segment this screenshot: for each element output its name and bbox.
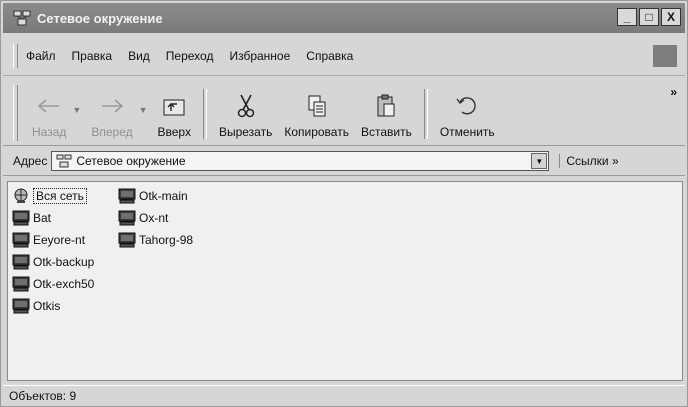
undo-icon bbox=[454, 93, 480, 119]
maximize-button[interactable]: □ bbox=[639, 8, 659, 26]
clipboard-icon bbox=[373, 93, 399, 119]
computer-icon bbox=[12, 232, 30, 248]
network-item[interactable]: Otk-main bbox=[118, 186, 188, 206]
computer-icon bbox=[12, 276, 30, 292]
back-button[interactable]: Назад bbox=[26, 83, 72, 145]
close-button[interactable]: X bbox=[661, 8, 681, 26]
computer-icon bbox=[12, 254, 30, 270]
computer-icon bbox=[118, 232, 136, 248]
standard-toolbar: Назад ▼ Вперед ▼ Вверх Вырезать Копирова… bbox=[3, 77, 685, 146]
menu-view[interactable]: Вид bbox=[128, 49, 150, 63]
network-item-label: Tahorg-98 bbox=[139, 233, 194, 247]
network-item[interactable]: Otk-backup bbox=[12, 252, 94, 272]
menubar-grip[interactable] bbox=[13, 44, 18, 68]
network-item[interactable]: Bat bbox=[12, 208, 51, 228]
address-dropdown-icon[interactable]: ▼ bbox=[531, 153, 548, 169]
window-title: Сетевое окружение bbox=[37, 10, 163, 26]
network-item-label: Eeyore-nt bbox=[33, 233, 86, 247]
network-item-label: Bat bbox=[33, 211, 52, 225]
menu-go[interactable]: Переход bbox=[166, 49, 214, 63]
links-button[interactable]: Ссылки » bbox=[559, 154, 619, 168]
network-item-label: Otk-exch50 bbox=[33, 277, 95, 291]
copy-button[interactable]: Копировать bbox=[278, 83, 355, 145]
menu-bar: Файл Правка Вид Переход Избранное Справк… bbox=[3, 37, 685, 76]
network-neighborhood-icon bbox=[56, 154, 72, 168]
forward-dropdown-icon[interactable]: ▼ bbox=[139, 105, 148, 115]
paste-button[interactable]: Вставить bbox=[355, 83, 418, 145]
network-item[interactable]: Ox-nt bbox=[118, 208, 168, 228]
scissors-icon bbox=[233, 93, 259, 119]
forward-arrow-icon bbox=[99, 93, 125, 119]
forward-button[interactable]: Вперед bbox=[85, 83, 138, 145]
menu-edit[interactable]: Правка bbox=[72, 49, 113, 63]
toolbar-separator bbox=[423, 89, 428, 139]
copy-icon bbox=[304, 93, 330, 119]
network-item[interactable]: Otkis bbox=[12, 296, 60, 316]
address-label: Адрес bbox=[13, 154, 48, 168]
network-item[interactable]: Вся сеть bbox=[12, 186, 87, 206]
address-field[interactable]: Сетевое окружение ▼ bbox=[51, 151, 550, 171]
status-text: Объектов: 9 bbox=[9, 389, 77, 403]
explorer-window: Сетевое окружение _ □ X Файл Правка Вид … bbox=[0, 0, 688, 407]
undo-button[interactable]: Отменить bbox=[434, 83, 501, 145]
title-bar[interactable]: Сетевое окружение _ □ X bbox=[3, 3, 685, 33]
network-item[interactable]: Otk-exch50 bbox=[12, 274, 94, 294]
computer-icon bbox=[12, 210, 30, 226]
menu-favorites[interactable]: Избранное bbox=[229, 49, 290, 63]
network-item[interactable]: Tahorg-98 bbox=[118, 230, 193, 250]
computer-icon bbox=[118, 188, 136, 204]
address-value: Сетевое окружение bbox=[76, 154, 186, 168]
computer-icon bbox=[118, 210, 136, 226]
network-item-label: Otkis bbox=[33, 299, 61, 313]
address-bar: Адрес Сетевое окружение ▼ Ссылки » bbox=[3, 147, 685, 176]
toolbar-more-chevron-icon[interactable]: » bbox=[670, 85, 677, 99]
toolbar-grip[interactable] bbox=[13, 85, 18, 141]
status-bar: Объектов: 9 bbox=[3, 385, 685, 406]
back-arrow-icon bbox=[36, 93, 62, 119]
network-neighborhood-icon bbox=[13, 10, 31, 26]
menu-help[interactable]: Справка bbox=[306, 49, 353, 63]
network-item[interactable]: Eeyore-nt bbox=[12, 230, 85, 250]
toolbar-separator bbox=[202, 89, 207, 139]
network-item-label: Ox-nt bbox=[139, 211, 169, 225]
folder-up-icon bbox=[161, 93, 187, 119]
up-button[interactable]: Вверх bbox=[152, 83, 197, 145]
computer-icon bbox=[12, 298, 30, 314]
cut-button[interactable]: Вырезать bbox=[213, 83, 278, 145]
globe-icon bbox=[12, 188, 30, 204]
menu-file[interactable]: Файл bbox=[26, 49, 56, 63]
file-view[interactable]: Вся сеть Otk-main Bat Ox-nt Eeyore-nt Tahorg-… bbox=[7, 181, 683, 381]
network-item-label: Вся сеть bbox=[33, 188, 87, 204]
network-item-label: Otk-main bbox=[139, 189, 188, 203]
windows-logo-icon bbox=[653, 45, 677, 67]
back-dropdown-icon[interactable]: ▼ bbox=[72, 105, 81, 115]
minimize-button[interactable]: _ bbox=[617, 8, 637, 26]
network-item-label: Otk-backup bbox=[33, 255, 95, 269]
